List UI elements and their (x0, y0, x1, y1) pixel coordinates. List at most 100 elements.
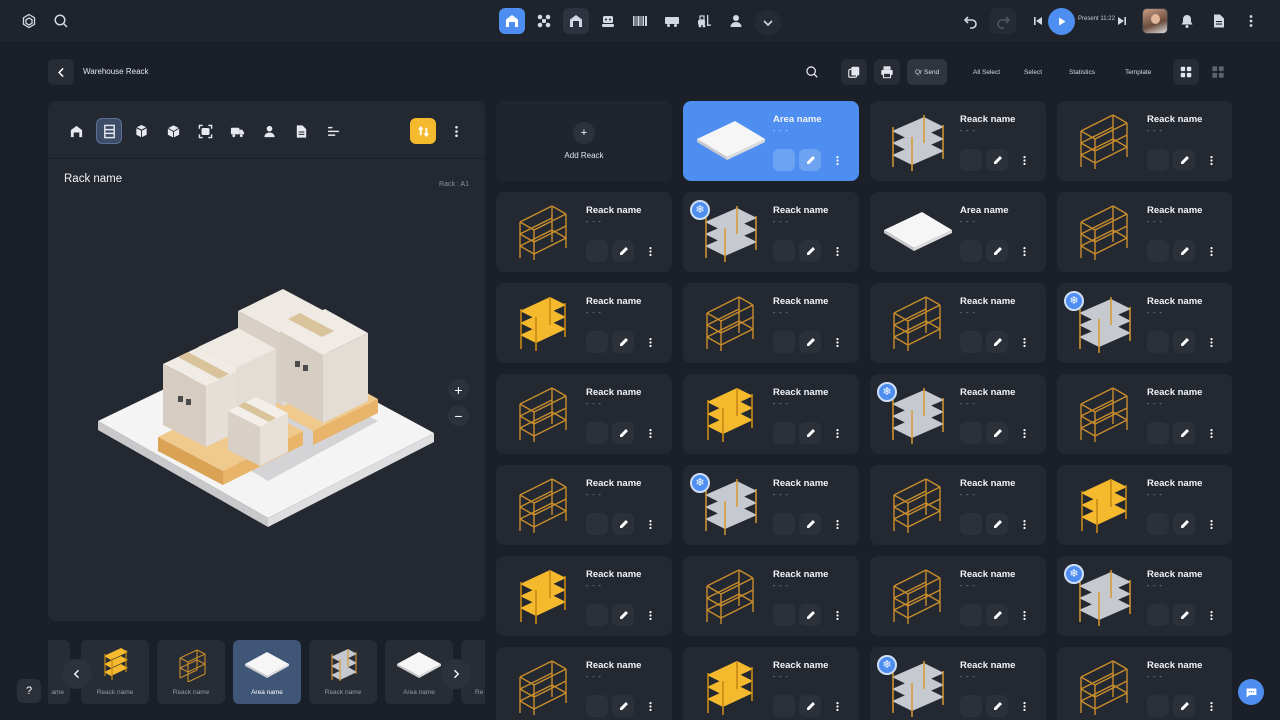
edit-icon[interactable] (1173, 331, 1195, 353)
more-icon[interactable] (639, 513, 661, 535)
select-box[interactable] (960, 422, 982, 444)
more-icon[interactable] (1238, 8, 1264, 34)
large-grid-icon[interactable] (1205, 59, 1231, 85)
edit-icon[interactable] (799, 513, 821, 535)
more-icon[interactable] (1200, 240, 1222, 262)
more-icon[interactable] (639, 604, 661, 626)
rack-card[interactable]: Reack name - - - (683, 556, 859, 636)
edit-icon[interactable] (1173, 604, 1195, 626)
rack-card[interactable]: Reack name - - - (496, 465, 672, 545)
edit-icon[interactable] (1173, 149, 1195, 171)
edit-icon[interactable] (1173, 422, 1195, 444)
barcode-icon[interactable] (627, 8, 653, 34)
chat-icon[interactable] (1238, 679, 1264, 705)
edit-icon[interactable] (986, 695, 1008, 717)
grid-view-icon[interactable] (1173, 59, 1199, 85)
rack-card[interactable]: Reack name - - - (1057, 192, 1232, 272)
rack-card[interactable]: Reack name - - - (496, 374, 672, 454)
edit-icon[interactable] (986, 604, 1008, 626)
edit-icon[interactable] (799, 695, 821, 717)
zoom-in-button[interactable]: + (448, 379, 469, 400)
rack-card[interactable]: Reack name - - - (496, 556, 672, 636)
rack-card[interactable]: ❄ Reack name - - - (683, 465, 859, 545)
garage-icon[interactable] (563, 8, 589, 34)
edit-icon[interactable] (799, 331, 821, 353)
drone-icon[interactable] (531, 8, 557, 34)
more-icon[interactable] (639, 331, 661, 353)
edit-icon[interactable] (612, 240, 634, 262)
more-icon[interactable] (826, 695, 848, 717)
select-box[interactable] (586, 604, 608, 626)
qr-send-button[interactable]: Qr Send (907, 59, 948, 85)
select-box[interactable] (960, 149, 982, 171)
rack-card[interactable]: Reack name - - - (496, 647, 672, 720)
edit-icon[interactable] (612, 513, 634, 535)
rack-card[interactable]: Reack name - - - (496, 283, 672, 363)
rack-card[interactable]: ❄ Reack name - - - (1057, 556, 1232, 636)
select-box[interactable] (1147, 695, 1169, 717)
select-box[interactable] (586, 331, 608, 353)
select-box[interactable] (1147, 604, 1169, 626)
select-box[interactable] (960, 240, 982, 262)
skip-forward-icon[interactable] (1109, 8, 1135, 34)
more-icon[interactable] (1200, 422, 1222, 444)
more-icon[interactable] (1013, 422, 1035, 444)
more-icon[interactable] (639, 240, 661, 262)
rack-card[interactable]: Reack name - - - (870, 465, 1046, 545)
boxes-icon[interactable] (128, 118, 154, 144)
truck-icon[interactable] (659, 8, 685, 34)
rack-card[interactable]: Reack name - - - (683, 374, 859, 454)
more-icon[interactable] (1013, 513, 1035, 535)
template-button[interactable]: Template (1117, 59, 1159, 85)
thumbnail-item[interactable]: Reack name (157, 640, 225, 704)
help-button[interactable]: ? (17, 679, 41, 703)
more-icon[interactable] (826, 149, 848, 171)
document-icon[interactable] (1206, 8, 1232, 34)
more-icon[interactable] (1200, 513, 1222, 535)
select-box[interactable] (773, 695, 795, 717)
edit-icon[interactable] (799, 240, 821, 262)
more-icon[interactable] (826, 513, 848, 535)
edit-icon[interactable] (799, 604, 821, 626)
rack-card[interactable]: Reack name - - - (870, 101, 1046, 181)
sort-updown-icon[interactable] (410, 118, 436, 144)
edit-icon[interactable] (612, 604, 634, 626)
rack-card[interactable]: Reack name - - - (870, 556, 1046, 636)
more-icon[interactable] (826, 240, 848, 262)
edit-icon[interactable] (612, 422, 634, 444)
rack-card[interactable]: Reack name - - - (870, 283, 1046, 363)
more-icon[interactable] (826, 422, 848, 444)
more-icon[interactable] (1013, 240, 1035, 262)
undo-icon[interactable] (958, 8, 984, 34)
box-icon[interactable] (160, 118, 186, 144)
zoom-out-button[interactable]: − (448, 405, 469, 426)
rack-icon[interactable] (96, 118, 122, 144)
edit-icon[interactable] (799, 422, 821, 444)
more-icon[interactable] (1013, 149, 1035, 171)
more-icon[interactable] (1200, 331, 1222, 353)
avatar[interactable] (1142, 8, 1168, 34)
edit-icon[interactable] (1173, 513, 1195, 535)
select-box[interactable] (773, 604, 795, 626)
select-box[interactable] (773, 513, 795, 535)
robot-icon[interactable] (595, 8, 621, 34)
select-box[interactable] (586, 695, 608, 717)
thumbnail-item[interactable]: Area name (233, 640, 301, 704)
rack-card[interactable]: ❄ Reack name - - - (870, 374, 1046, 454)
rack-card[interactable]: ❄ Reack name - - - (683, 192, 859, 272)
more-icon[interactable] (443, 118, 469, 144)
area-card[interactable]: Area name - - - (870, 192, 1046, 272)
user-icon[interactable] (256, 118, 282, 144)
edit-icon[interactable] (986, 422, 1008, 444)
thumbnail-item[interactable]: Reack name (309, 640, 377, 704)
more-icon[interactable] (1200, 695, 1222, 717)
select-box[interactable] (1147, 422, 1169, 444)
more-icon[interactable] (639, 422, 661, 444)
select-box[interactable] (773, 149, 795, 171)
redo-icon[interactable] (990, 8, 1016, 34)
select-box[interactable] (1147, 149, 1169, 171)
more-icon[interactable] (1013, 695, 1035, 717)
edit-icon[interactable] (612, 331, 634, 353)
rack-card[interactable]: Reack name - - - (683, 647, 859, 720)
rack-card[interactable]: ❄ Reack name - - - (1057, 283, 1232, 363)
